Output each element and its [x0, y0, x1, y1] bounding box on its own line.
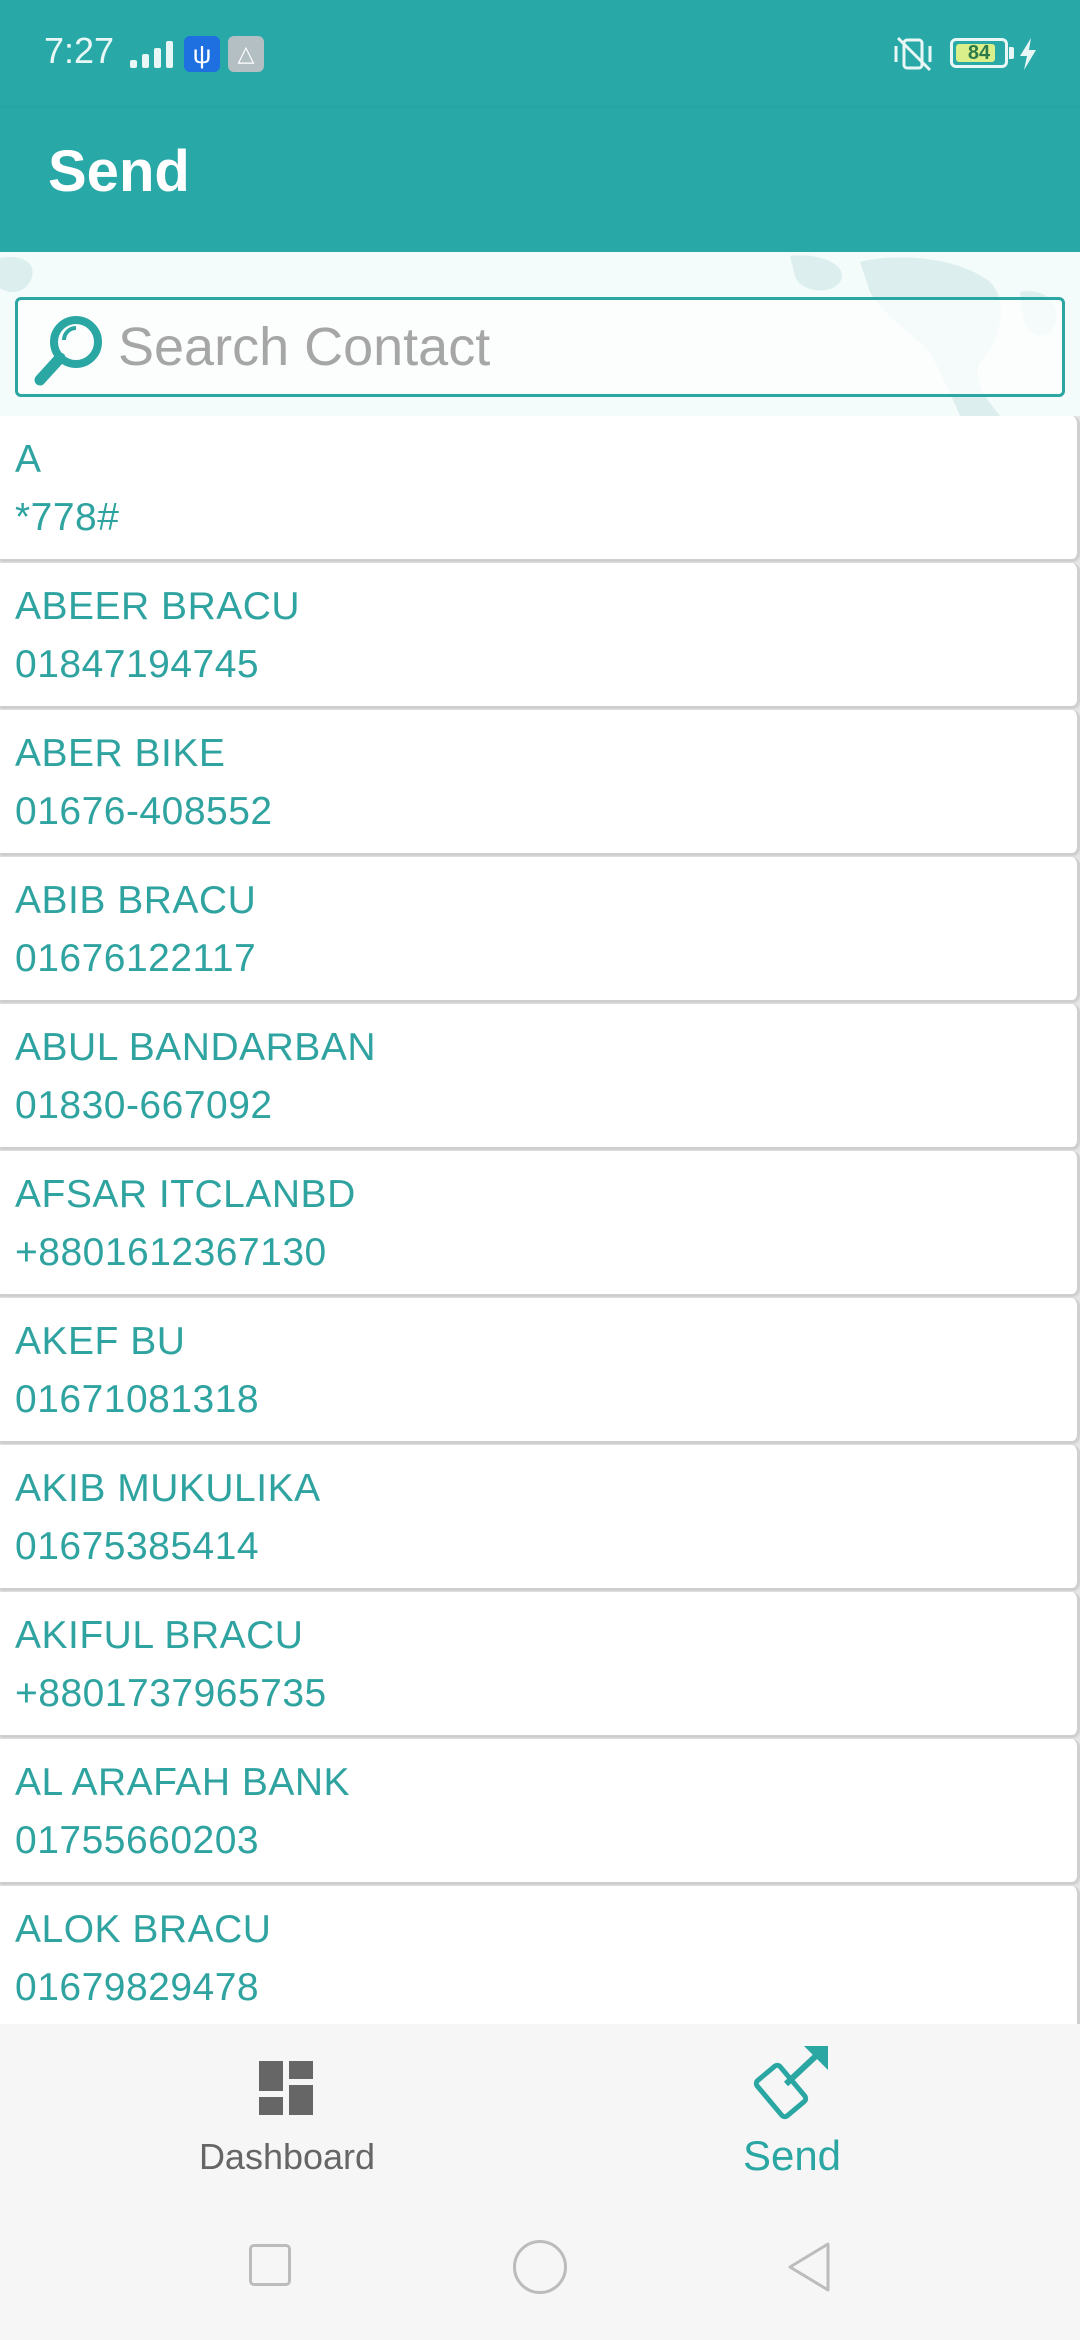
contact-item[interactable]: AFSAR ITCLANBD +8801612367130	[0, 1151, 1080, 1295]
contact-name: AKIB MUKULIKA	[15, 1467, 321, 1510]
contact-item[interactable]: AL ARAFAH BANK 01755660203	[0, 1739, 1080, 1883]
contact-name: ABER BIKE	[15, 732, 226, 775]
contact-item[interactable]: AKIFUL BRACU +8801737965735	[0, 1592, 1080, 1736]
search-input[interactable]	[118, 300, 1048, 394]
contact-name: ALOK BRACU	[15, 1908, 272, 1951]
contact-item[interactable]: AKIB MUKULIKA 01675385414	[0, 1445, 1080, 1589]
contact-number: 01675385414	[15, 1525, 260, 1568]
status-time: 7:27	[44, 30, 115, 71]
contact-number: 01676122117	[15, 937, 257, 980]
nav-dashboard-label: Dashboard	[198, 2136, 376, 2177]
app-bar: Send	[0, 108, 1080, 252]
contact-item[interactable]: ABIB BRACU 01676122117	[0, 857, 1080, 1001]
contact-number: *778#	[15, 496, 120, 539]
search-icon	[34, 316, 102, 386]
back-icon[interactable]	[784, 2240, 834, 2294]
contact-list[interactable]: A *778# ABEER BRACU 01847194745 ABER BIKE 016…	[0, 416, 1080, 2024]
contact-number: +8801737965735	[15, 1672, 327, 1715]
contact-name: AKEF BU	[15, 1320, 186, 1363]
status-bar: 7:27 ψ △ 84	[0, 0, 1080, 108]
contact-item[interactable]: ALOK BRACU 01679829478	[0, 1886, 1080, 2024]
contact-item[interactable]: A *778#	[0, 416, 1080, 560]
contact-name: A	[15, 438, 42, 481]
contact-name: ABIB BRACU	[15, 879, 257, 922]
battery-icon: 84	[950, 38, 1008, 68]
nav-dashboard[interactable]: Dashboard	[0, 2024, 540, 2194]
contact-number: 01671081318	[15, 1378, 260, 1421]
charging-icon	[1020, 38, 1036, 70]
bottom-navigation: Dashboard Send	[0, 2024, 1080, 2194]
send-money-icon	[753, 2046, 828, 2120]
dashboard-icon	[259, 2061, 313, 2115]
contact-name: AFSAR ITCLANBD	[15, 1173, 356, 1216]
contact-item[interactable]: ABEER BRACU 01847194745	[0, 563, 1080, 707]
search-box[interactable]	[15, 297, 1065, 397]
contact-number: 01830-667092	[15, 1084, 273, 1127]
home-icon[interactable]	[513, 2240, 567, 2294]
system-icon: △	[228, 36, 264, 72]
contact-number: +8801612367130	[15, 1231, 327, 1274]
page-title: Send	[48, 139, 190, 204]
contact-number: 01679829478	[15, 1966, 260, 2009]
contact-item[interactable]: ABER BIKE 01676-408552	[0, 710, 1080, 854]
contact-item[interactable]: AKEF BU 01671081318	[0, 1298, 1080, 1442]
contact-number: 01676-408552	[15, 790, 273, 833]
system-navigation-bar	[0, 2194, 1080, 2340]
nav-send[interactable]: Send	[540, 2024, 1080, 2194]
contact-item[interactable]: ABUL BANDARBAN 01830-667092	[0, 1004, 1080, 1148]
usb-icon: ψ	[184, 36, 220, 72]
search-area	[0, 252, 1080, 416]
contact-name: ABEER BRACU	[15, 585, 301, 628]
contact-name: AL ARAFAH BANK	[15, 1761, 351, 1804]
nav-send-label: Send	[742, 2132, 842, 2179]
vibrate-off-icon	[894, 36, 932, 72]
battery-level: 84	[967, 42, 991, 64]
recent-apps-icon[interactable]	[249, 2244, 291, 2286]
contact-name: ABUL BANDARBAN	[15, 1026, 376, 1069]
battery-tip	[1009, 47, 1014, 59]
contact-name: AKIFUL BRACU	[15, 1614, 304, 1657]
contact-number: 01755660203	[15, 1819, 260, 1862]
signal-icon	[130, 38, 173, 68]
contact-number: 01847194745	[15, 643, 260, 686]
